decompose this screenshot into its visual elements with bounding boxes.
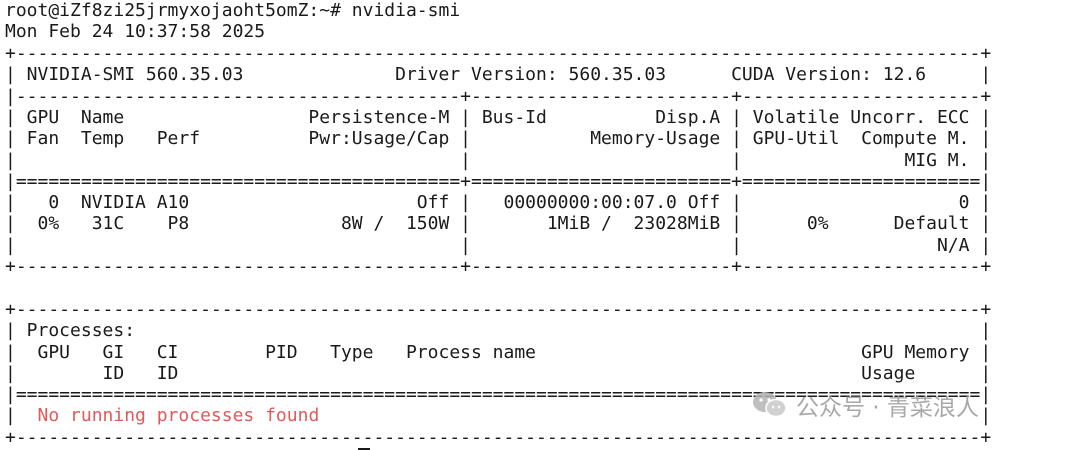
- process-table-title: | Processes: |: [5, 320, 992, 341]
- gpu-row: | 0% 31C P8 8W / 150W | 1MiB / 23028MiB …: [5, 213, 992, 234]
- gpu-table-double-separator: |=======================================…: [5, 171, 992, 192]
- gpu-table-column-header: | GPU Name Persistence-M | Bus-Id Disp.A…: [5, 107, 992, 128]
- gpu-table-version-header: | NVIDIA-SMI 560.35.03 Driver Version: 5…: [5, 64, 992, 85]
- row-border-left: |: [5, 405, 38, 426]
- no-processes-message: No running processes found: [37, 405, 320, 426]
- terminal-window[interactable]: root@iZf8zi25jrmyxojaoht5omZ:~# nvidia-s…: [0, 0, 1080, 450]
- process-table-top-border: +---------------------------------------…: [5, 299, 992, 320]
- watermark-text: 公众号 · 青菜浪人: [796, 395, 979, 421]
- wechat-icon: [752, 390, 788, 420]
- gpu-table-column-header: | Fan Temp Perf Pwr:Usage/Cap | Memory-U…: [5, 128, 992, 149]
- gpu-table-separator: |---------------------------------------…: [5, 86, 992, 107]
- gpu-table-bottom-border: +---------------------------------------…: [5, 256, 992, 277]
- gpu-table-column-header: | | | MIG M. |: [5, 150, 992, 171]
- gpu-row: | | | N/A |: [5, 235, 992, 256]
- command-prompt-line: root@iZf8zi25jrmyxojaoht5omZ:~# nvidia-s…: [5, 0, 461, 21]
- gpu-table-top-border: +---------------------------------------…: [5, 43, 992, 64]
- gpu-row: | 0 NVIDIA A10 Off | 00000000:00:07.0 Of…: [5, 192, 992, 213]
- process-table-bottom-border: +---------------------------------------…: [5, 427, 992, 448]
- process-table-column-header: | GPU GI CI PID Type Process name GPU Me…: [5, 342, 992, 363]
- process-table-column-header: | ID ID Usage |: [5, 363, 992, 384]
- watermark: 公众号 · 青菜浪人: [752, 388, 979, 422]
- date-line: Mon Feb 24 10:37:58 2025: [5, 21, 266, 42]
